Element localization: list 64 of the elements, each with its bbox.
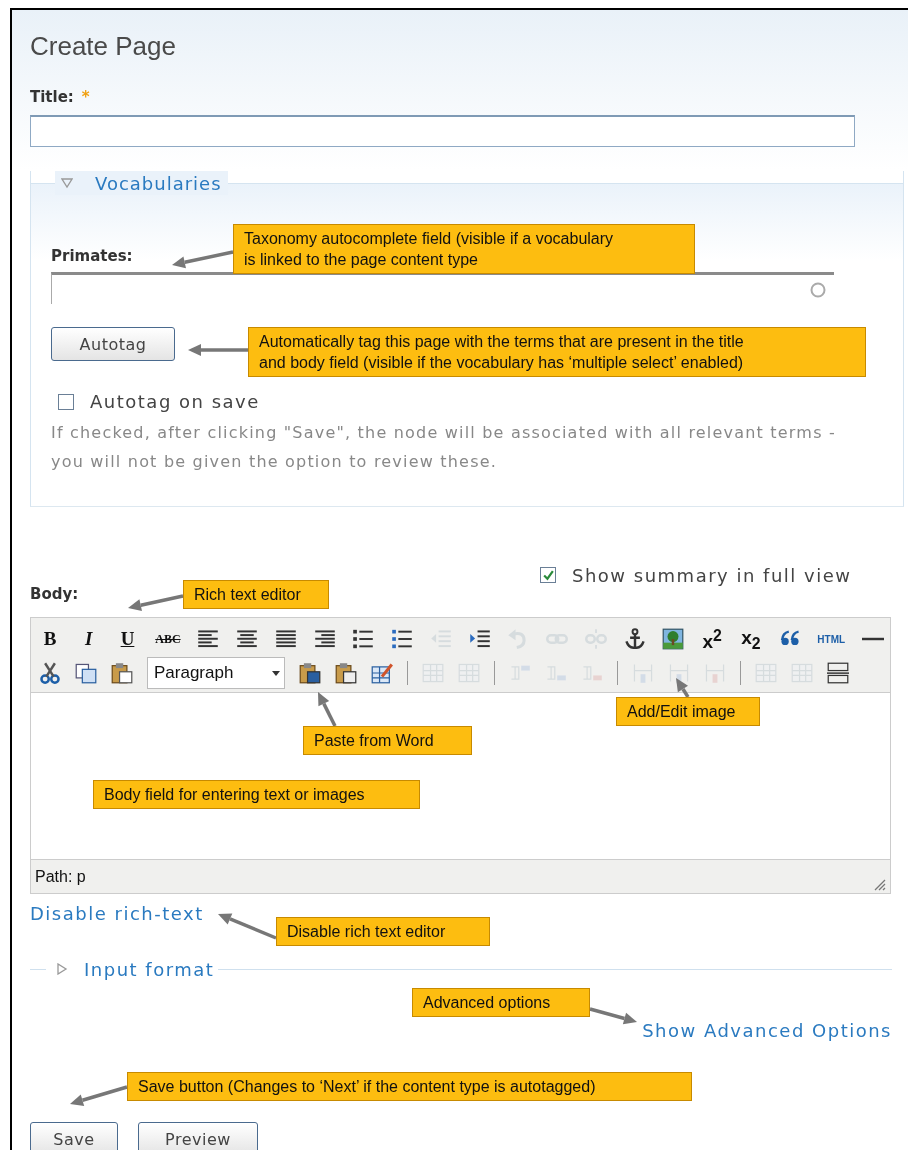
html-button[interactable]: HTML [817, 627, 846, 651]
checkbox[interactable] [540, 567, 556, 583]
align-left-icon[interactable] [197, 628, 220, 650]
leader-arrow [676, 678, 690, 698]
disable-rich-text-link[interactable]: Disable rich-text [30, 903, 204, 924]
triangle-icon[interactable] [56, 963, 68, 975]
required-mark: * [81, 88, 90, 106]
leader-arrow [172, 250, 234, 269]
align-right-icon[interactable] [313, 628, 336, 650]
callout-note: Body field for entering text or images [93, 780, 420, 809]
checkbox-label: Show summary in full view [572, 564, 852, 586]
clipboard-icon[interactable] [111, 662, 133, 684]
callout-note: Paste from Word [303, 726, 472, 755]
clipboard-icon[interactable] [299, 662, 321, 684]
underline-button[interactable]: U [116, 627, 139, 651]
callout-note: Taxonomy autocomplete field (visible if a vocabulary is linked to the page content type [233, 224, 695, 274]
align-center-icon[interactable] [236, 628, 259, 650]
fieldset-legend-link[interactable]: Input format [84, 958, 215, 980]
autotag-button[interactable]: Autotag [51, 327, 175, 361]
leader-arrow [218, 913, 277, 940]
save-button[interactable]: Save [30, 1122, 118, 1150]
scissors-icon[interactable] [39, 662, 61, 684]
callout-note: Advanced options [412, 988, 590, 1017]
leader-arrow [589, 1007, 637, 1025]
checkbox[interactable] [58, 393, 74, 410]
leader-arrow [128, 594, 184, 612]
justify-icon[interactable] [274, 628, 297, 650]
superscript-button[interactable]: x$^{2}$ [701, 627, 724, 651]
field-label: Primates: [51, 247, 133, 265]
leader-arrow [318, 692, 337, 727]
preview-button[interactable]: Preview [138, 1122, 258, 1150]
field-description: If checked, after clicking "Save", the node will be associated with all relevant terms - you will not be given the option to review these. [51, 422, 837, 473]
field-label: Title: [30, 88, 74, 106]
page-title: Create Page [30, 30, 177, 63]
page-break-icon[interactable] [827, 662, 849, 684]
resize-grip-icon[interactable] [872, 877, 886, 891]
show-advanced-options-link[interactable]: Show Advanced Options [642, 1020, 892, 1041]
callout-note: Automatically tag this page with the terms that are present in the title and body field (visible if the vocabulary has ‘multiple select’ enabled) [248, 327, 866, 377]
copy-icon[interactable] [75, 662, 97, 684]
subscript-button[interactable]: x$_{2}$ [739, 627, 762, 651]
numbered-list-icon[interactable] [391, 628, 414, 650]
leader-arrow [70, 1085, 128, 1107]
leader-arrow [188, 344, 248, 356]
bold-button[interactable]: B [39, 627, 61, 651]
indent-icon[interactable] [468, 628, 491, 650]
anchor-icon[interactable] [623, 628, 646, 650]
callout-note: Save button (Changes to ‘Next’ if the content type is autotagged) [127, 1072, 692, 1101]
clipboard-icon[interactable] [335, 662, 357, 684]
callout-note: Add/Edit image [616, 697, 760, 726]
field-label: Body: [30, 585, 79, 603]
element-path: Path: p [35, 867, 86, 886]
title-input[interactable] [30, 115, 855, 147]
table-pencil-icon[interactable] [371, 662, 393, 684]
callout-note: Disable rich text editor [276, 917, 490, 946]
bullet-list-icon[interactable] [352, 628, 375, 650]
italic-button[interactable]: I [77, 627, 100, 651]
strikethrough-button[interactable]: ABC [155, 627, 181, 651]
checkbox-label: Autotag on save [90, 391, 260, 412]
triangle-icon[interactable] [61, 177, 73, 189]
format-dropdown[interactable]: Paragraph [147, 657, 285, 689]
image-icon[interactable] [662, 628, 685, 650]
caret-icon [272, 670, 280, 676]
callout-note: Rich text editor [183, 580, 329, 609]
throbber-icon [810, 281, 826, 298]
